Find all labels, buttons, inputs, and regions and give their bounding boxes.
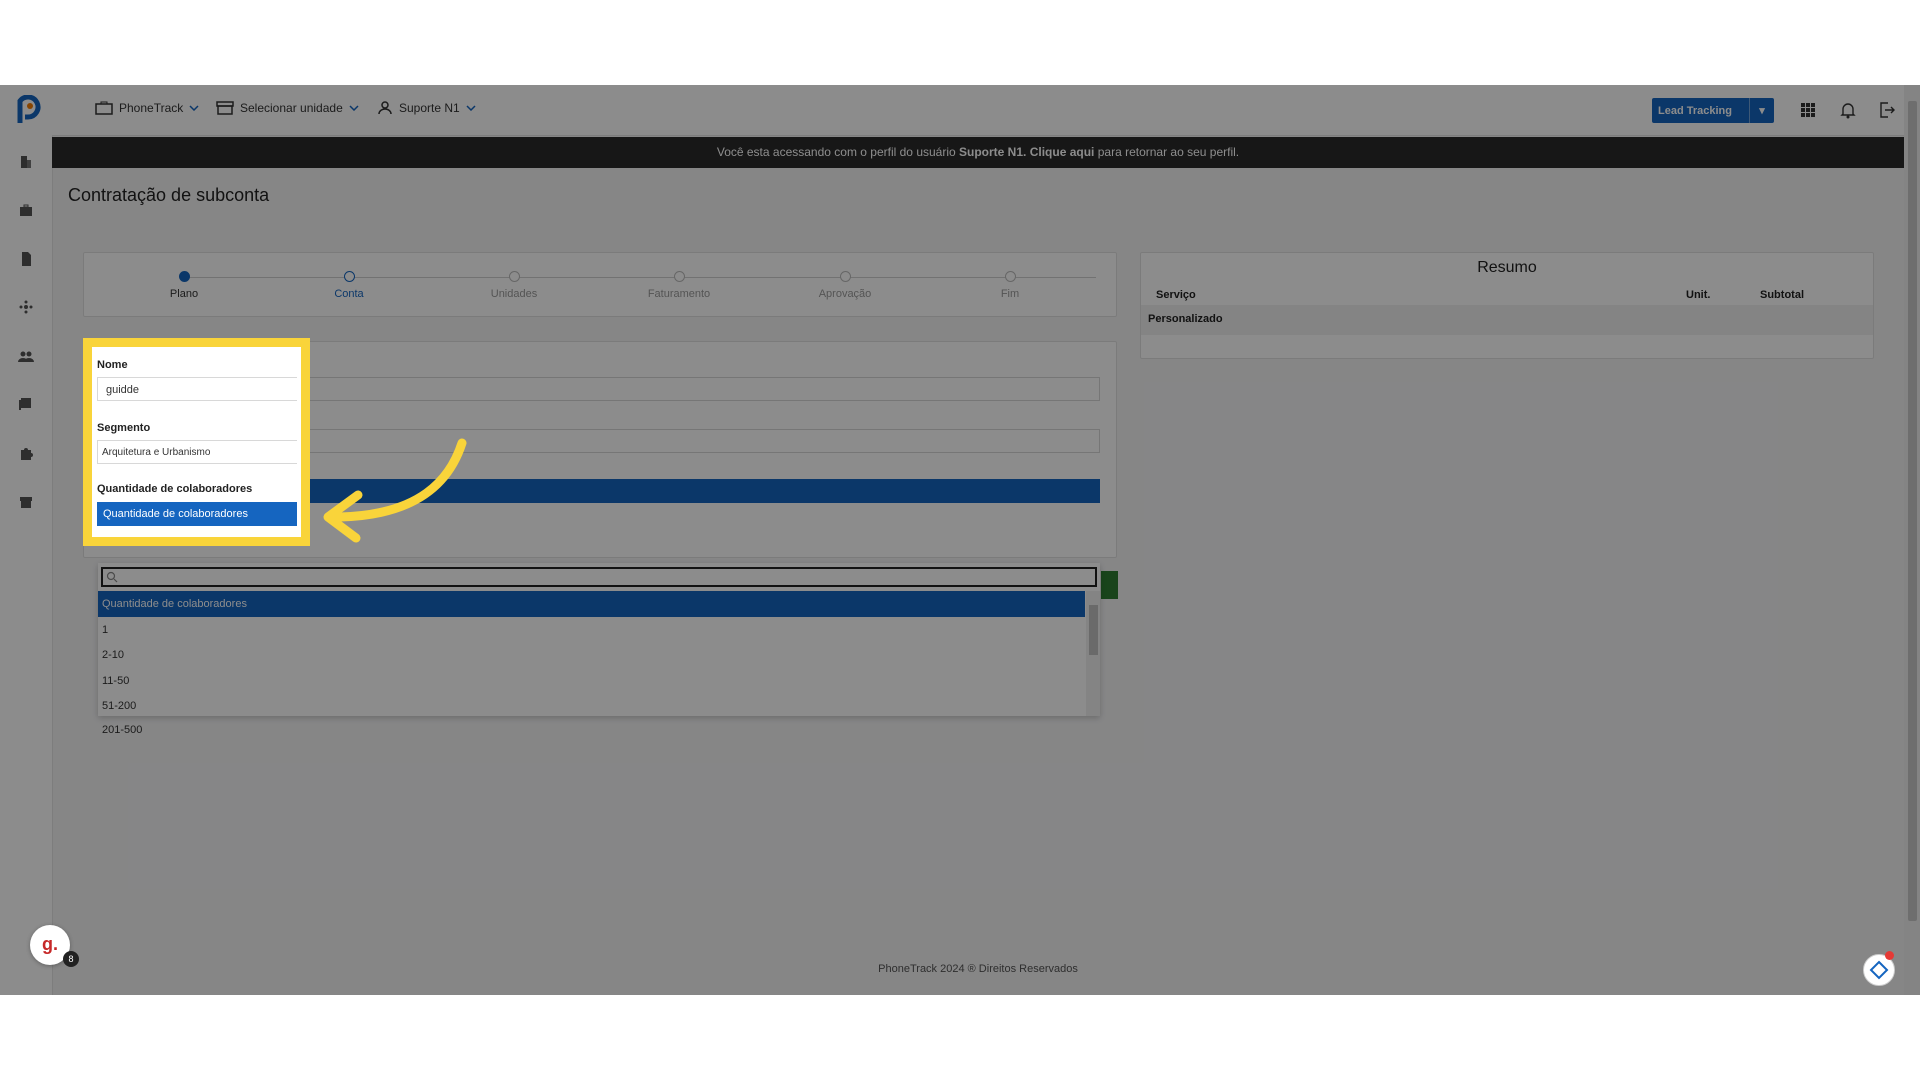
notice-suffix: para retornar ao seu perfil.	[1097, 145, 1240, 159]
sidebar	[0, 85, 53, 995]
dropdown-scroll-thumb[interactable]	[1089, 605, 1098, 655]
building-icon[interactable]	[18, 154, 34, 170]
dropdown-scrollbar[interactable]	[1086, 591, 1100, 716]
resumo-title: Resumo	[1477, 259, 1537, 276]
step-aprovacao[interactable]: Aprovação	[795, 271, 895, 300]
nome-input[interactable]: guidde	[97, 377, 297, 401]
chat-notification-dot	[1885, 951, 1894, 960]
dropdown-option[interactable]: 1	[98, 617, 1085, 643]
page-title: Contratação de subconta	[68, 185, 270, 205]
lead-tracking-label: Lead Tracking	[1658, 104, 1732, 117]
document-icon[interactable]	[18, 251, 34, 267]
phonetrack-logo[interactable]	[16, 95, 42, 125]
step-faturamento[interactable]: Faturamento	[629, 271, 729, 300]
segmento-label: Segmento	[97, 422, 151, 434]
footer: PhoneTrack 2024 ® Direitos Reservados	[878, 963, 1078, 975]
library-icon[interactable]	[18, 396, 34, 412]
menu-phonetrack-label: PhoneTrack	[119, 101, 184, 115]
users-icon[interactable]	[18, 348, 34, 364]
logout-icon[interactable]	[1878, 101, 1896, 119]
step-fim[interactable]: Fim	[960, 271, 1060, 300]
topbar: PhoneTrack Selecionar unidade Suporte N1…	[52, 85, 1920, 136]
lead-tracking-button[interactable]: Lead Tracking ▾	[1652, 98, 1774, 123]
dropdown-search-input[interactable]	[101, 567, 1097, 587]
menu-suporte-n1[interactable]: Suporte N1	[377, 101, 476, 115]
resumo-col-servico: Serviço	[1156, 289, 1196, 301]
menu-suporte-n1-label: Suporte N1	[399, 101, 460, 115]
bell-icon[interactable]	[1840, 101, 1856, 119]
resumo-col-unit: Unit.	[1686, 289, 1711, 301]
network-icon[interactable]	[18, 299, 34, 315]
next-button-edge[interactable]	[1101, 571, 1118, 599]
nome-label: Nome	[97, 359, 128, 371]
dropdown-option[interactable]: 51-200	[98, 693, 1085, 719]
caret-down-icon[interactable]: ▾	[1749, 98, 1774, 123]
menu-phonetrack[interactable]: PhoneTrack	[95, 101, 199, 115]
store-icon	[216, 101, 234, 115]
menu-selecionar-unidade[interactable]: Selecionar unidade	[216, 101, 359, 115]
highlight-box: Nome guidde Segmento Arquitetura e Urban…	[83, 338, 310, 546]
puzzle-icon[interactable]	[18, 445, 34, 461]
notice-user: Suporte N1.	[959, 145, 1027, 159]
dropdown-option[interactable]: 2-10	[98, 642, 1085, 668]
apps-grid-icon[interactable]	[1800, 102, 1816, 118]
resumo-row: Personalizado	[1141, 305, 1873, 335]
qtd-label: Quantidade de colaboradores	[97, 483, 253, 495]
step-plano[interactable]: Plano	[134, 271, 234, 300]
annotation-arrow-icon	[323, 438, 467, 543]
dropdown-option[interactable]: 201-500	[98, 717, 1085, 743]
stepper-card: Plano Conta Unidades Faturamento Aprovaç…	[83, 252, 1117, 317]
store-icon[interactable]	[18, 494, 34, 510]
qtd-dropdown: Quantidade de colaboradores 1 2-10 11-50…	[98, 563, 1100, 736]
page-scrollbar[interactable]	[1904, 85, 1920, 995]
briefcase-icon[interactable]	[18, 202, 34, 218]
resumo-card: Resumo Serviço Unit. Subtotal Personaliz…	[1140, 252, 1874, 359]
user-icon	[378, 101, 392, 115]
chevron-down-icon	[189, 105, 199, 111]
menu-selecionar-unidade-label: Selecionar unidade	[240, 101, 343, 115]
step-unidades[interactable]: Unidades	[464, 271, 564, 300]
qtd-select[interactable]: Quantidade de colaboradores	[97, 502, 297, 526]
guidde-badge: 8	[63, 951, 79, 967]
step-conta[interactable]: Conta	[299, 271, 399, 300]
briefcase-icon	[95, 101, 113, 115]
resumo-row-servico: Personalizado	[1148, 313, 1223, 325]
app-frame: PhoneTrack Selecionar unidade Suporte N1…	[0, 85, 1920, 995]
impersonation-notice: Você esta acessando com o perfil do usuá…	[52, 137, 1904, 168]
dropdown-option[interactable]: 11-50	[98, 668, 1085, 694]
notice-prefix: Você esta acessando com o perfil do usuá…	[716, 145, 956, 159]
resumo-col-subtotal: Subtotal	[1760, 289, 1804, 301]
chevron-down-icon	[466, 105, 476, 111]
chevron-down-icon	[349, 105, 359, 111]
page-scroll-thumb[interactable]	[1908, 101, 1917, 921]
segmento-select[interactable]: Arquitetura e Urbanismo	[97, 440, 297, 464]
notice-link[interactable]: Clique aqui	[1030, 145, 1095, 159]
dropdown-option[interactable]: Quantidade de colaboradores	[98, 591, 1085, 617]
search-icon	[106, 571, 118, 583]
